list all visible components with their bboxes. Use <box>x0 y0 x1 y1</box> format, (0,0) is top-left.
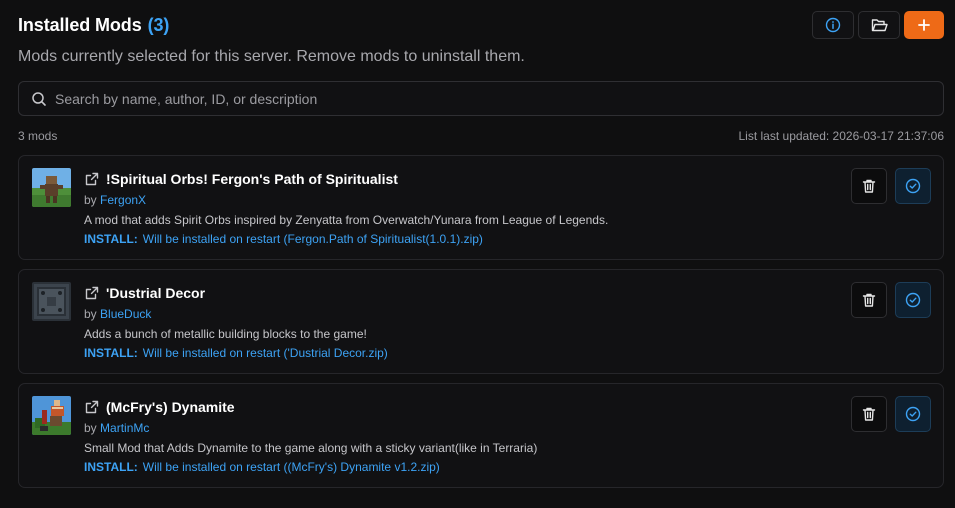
install-text: Will be installed on restart ((McFry's) … <box>142 460 440 474</box>
mod-selected-toggle[interactable] <box>895 396 931 432</box>
remove-mod-button[interactable] <box>851 396 887 432</box>
list-meta: 3 mods List last updated: 2026-03-17 21:… <box>18 129 944 143</box>
mod-author-line: by FergonX <box>84 191 929 210</box>
mod-description: Adds a bunch of metallic building blocks… <box>84 327 367 341</box>
by-label: by <box>84 421 97 435</box>
mod-author-link[interactable]: BlueDuck <box>100 307 151 321</box>
check-circle-icon <box>905 292 921 308</box>
mod-install-status: INSTALL: Will be installed on restart ('D… <box>84 344 929 362</box>
page-subtitle: Mods currently selected for this server.… <box>18 48 525 65</box>
trash-icon <box>862 407 876 421</box>
install-tag: INSTALL: <box>84 346 138 360</box>
last-updated: List last updated: 2026-03-17 21:37:06 <box>738 129 945 143</box>
install-tag: INSTALL: <box>84 232 138 246</box>
external-link-icon[interactable] <box>84 399 100 415</box>
install-text: Will be installed on restart ('Dustrial … <box>142 346 388 360</box>
external-link-icon[interactable] <box>84 171 100 187</box>
mod-title-row: (McFry's) Dynamite <box>84 396 929 418</box>
mod-actions <box>851 168 931 204</box>
mod-info: !Spiritual Orbs! Fergon's Path of Spirit… <box>84 168 929 259</box>
open-folder-button[interactable] <box>858 11 900 39</box>
mod-install-status: INSTALL: Will be installed on restart ((M… <box>84 458 929 476</box>
installed-mods-panel: Installed Mods (3) Mods currently select… <box>0 0 955 508</box>
mod-actions <box>851 282 931 318</box>
mods-count: 3 mods <box>18 129 58 143</box>
mod-author-link[interactable]: MartinMc <box>100 421 149 435</box>
mod-thumbnail <box>32 282 71 321</box>
install-text: Will be installed on restart (Fergon.Pat… <box>142 232 483 246</box>
by-label: by <box>84 307 97 321</box>
mod-card: 'Dustrial Decor by BlueDuck Adds a bunch… <box>18 269 944 374</box>
search-input[interactable] <box>55 90 943 107</box>
mod-name[interactable]: 'Dustrial Decor <box>106 285 205 301</box>
mod-count-badge: (3) <box>147 14 170 35</box>
check-circle-icon <box>905 178 921 194</box>
add-mod-button[interactable] <box>904 11 944 39</box>
mod-title-row: !Spiritual Orbs! Fergon's Path of Spirit… <box>84 168 929 190</box>
search-box[interactable] <box>18 81 944 116</box>
install-tag: INSTALL: <box>84 460 138 474</box>
trash-icon <box>862 179 876 193</box>
title-text: Installed Mods <box>18 14 142 35</box>
mod-description: A mod that adds Spirit Orbs inspired by … <box>84 213 609 227</box>
mod-card: !Spiritual Orbs! Fergon's Path of Spirit… <box>18 155 944 260</box>
mod-install-status: INSTALL: Will be installed on restart (Fe… <box>84 230 929 248</box>
mod-name[interactable]: (McFry's) Dynamite <box>106 399 235 415</box>
remove-mod-button[interactable] <box>851 168 887 204</box>
info-button[interactable] <box>812 11 854 39</box>
mod-info: (McFry's) Dynamite by MartinMc Small Mod… <box>84 396 929 487</box>
check-circle-icon <box>905 406 921 422</box>
mod-description: Small Mod that Adds Dynamite to the game… <box>84 441 538 455</box>
mod-actions <box>851 396 931 432</box>
mod-name[interactable]: !Spiritual Orbs! Fergon's Path of Spirit… <box>106 171 398 187</box>
mod-thumbnail <box>32 396 71 435</box>
trash-icon <box>862 293 876 307</box>
mod-selected-toggle[interactable] <box>895 168 931 204</box>
mod-author-line: by MartinMc <box>84 419 929 438</box>
mod-author-line: by BlueDuck <box>84 305 929 324</box>
search-icon <box>32 91 46 106</box>
mod-author-link[interactable]: FergonX <box>100 193 146 207</box>
page-title: Installed Mods (3) <box>18 15 169 36</box>
mod-selected-toggle[interactable] <box>895 282 931 318</box>
mod-title-row: 'Dustrial Decor <box>84 282 929 304</box>
toolbar <box>812 11 944 39</box>
remove-mod-button[interactable] <box>851 282 887 318</box>
plus-icon <box>918 19 930 31</box>
folder-icon <box>871 18 888 31</box>
external-link-icon[interactable] <box>84 285 100 301</box>
mod-info: 'Dustrial Decor by BlueDuck Adds a bunch… <box>84 282 929 373</box>
mod-thumbnail <box>32 168 71 207</box>
by-label: by <box>84 193 97 207</box>
header: Installed Mods (3) <box>18 0 944 48</box>
info-icon <box>825 17 841 33</box>
mod-list: !Spiritual Orbs! Fergon's Path of Spirit… <box>18 155 944 488</box>
mod-card: (McFry's) Dynamite by MartinMc Small Mod… <box>18 383 944 488</box>
